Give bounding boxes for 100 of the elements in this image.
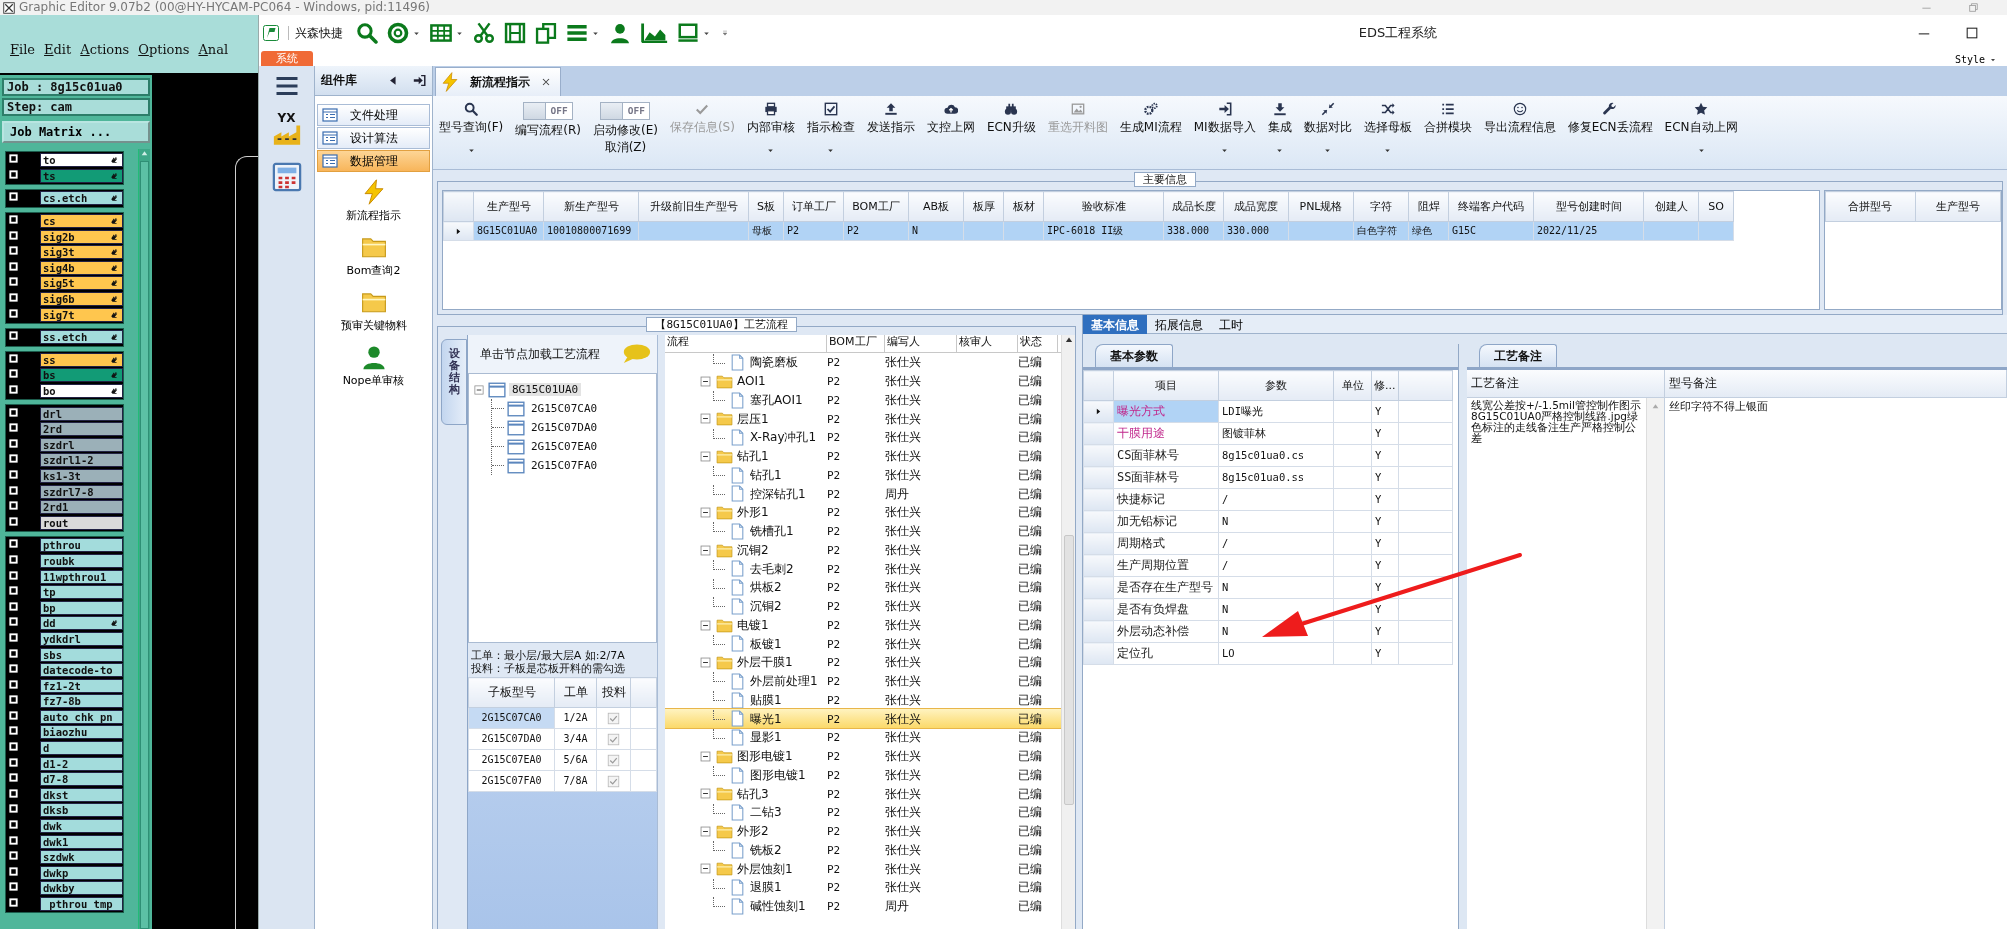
layer-name[interactable]: sig3t (40, 245, 123, 260)
layer-name[interactable]: sig4b (40, 260, 123, 275)
tab[interactable]: 工时 (1211, 315, 1251, 334)
layer-name[interactable]: ss.etch (40, 330, 123, 345)
layer-name[interactable]: pthrou (40, 538, 123, 553)
toolbar-button[interactable]: 修复ECN丢流程 (1561, 100, 1659, 168)
tree-row[interactable]: 层压1 P2 张仕兴 已编 (665, 409, 1061, 429)
layer-name[interactable]: szdrl7-8 (40, 484, 123, 499)
column-header[interactable]: 字符 (1353, 191, 1409, 222)
category-item[interactable]: 数据管理 (317, 150, 430, 172)
column-header[interactable]: 核审人 (957, 335, 1018, 353)
module-item[interactable]: 预审关键物料 (315, 283, 432, 338)
layer-name[interactable]: bp (40, 600, 123, 615)
tree-row[interactable]: 板镀1 P2 张仕兴 已编 (665, 634, 1061, 654)
column-header[interactable]: PNL规格 (1288, 191, 1354, 222)
layer-name[interactable]: ss (40, 352, 123, 367)
column-header[interactable]: 终端客户代码 (1448, 191, 1534, 222)
menu-item[interactable]: Actions (80, 42, 130, 58)
column-header[interactable]: BOM工厂 (827, 335, 885, 353)
layer-name[interactable]: datecode-to (40, 663, 123, 678)
layer-name[interactable]: d (40, 741, 123, 756)
menu-item[interactable]: Options (138, 42, 190, 58)
column-header[interactable]: 参数 (1218, 370, 1334, 401)
toolbar-button[interactable]: 集成 (1261, 100, 1298, 168)
layer-name[interactable]: ts (40, 168, 123, 183)
tree-node[interactable]: 2G15C07CA0 (528, 402, 601, 416)
column-header[interactable]: 型号创建时间 (1533, 191, 1644, 222)
toolbar-button[interactable]: 合拼模块 (1417, 100, 1478, 168)
layer-name[interactable]: dkst (40, 787, 123, 802)
tree-node[interactable]: 2G15C07FA0 (528, 459, 601, 473)
toolbar-label[interactable]: 启动修改(E) (592, 123, 658, 138)
column-header[interactable]: 新生产型号 (543, 191, 639, 222)
tree-row[interactable]: 沉铜2 P2 张仕兴 已编 (665, 540, 1061, 560)
layer-name[interactable]: tp (40, 585, 123, 600)
column-header[interactable]: 编写人 (885, 335, 957, 353)
column-header[interactable]: 项目 (1113, 370, 1219, 401)
layer-name[interactable]: drl (40, 406, 123, 421)
layer-name[interactable]: dwkby (40, 881, 123, 896)
column-header[interactable]: 合拼型号 (1825, 191, 1916, 222)
tree-row[interactable]: 贴膜1 P2 张仕兴 已编 (665, 690, 1061, 710)
tree-node[interactable]: 8G15C01UA0 (509, 383, 582, 397)
toolbar-button[interactable]: 文控上网 (920, 100, 981, 168)
layer-name[interactable]: roubk (40, 553, 123, 568)
tree-node[interactable]: 2G15C07EA0 (528, 440, 601, 454)
tree-row[interactable]: 曝光1 P2 张仕兴 已编 (665, 709, 1061, 729)
column-header[interactable]: 阻焊 (1408, 191, 1449, 222)
document-tab[interactable]: 新流程指示 (435, 67, 561, 96)
menu-item[interactable]: File (10, 42, 36, 58)
layer-name[interactable]: ks1-3t (40, 469, 123, 483)
layer-name[interactable]: sbs (40, 647, 123, 662)
column-header[interactable]: 状态 (1018, 335, 1058, 353)
tree-row[interactable]: 外形1 P2 张仕兴 已编 (665, 503, 1061, 522)
tree-row[interactable]: 电镀1 P2 张仕兴 已编 (665, 615, 1061, 635)
category-item[interactable]: 设计算法 (317, 127, 430, 149)
table-row[interactable]: 8G15C01UA0 10010800071699 母板 P2 P2 N IPC-6018 II级 338.000 330.000 白色字符 绿色 G15C 2022/11/25 (443, 221, 1734, 241)
style-menu[interactable]: Style (1954, 54, 1997, 66)
column-header[interactable]: 板材 (1003, 191, 1044, 222)
layer-name[interactable]: fz7-8b (40, 694, 123, 709)
category-item[interactable]: 文件处理 (317, 104, 430, 126)
column-header[interactable]: 型号备注 (1665, 370, 2007, 397)
layer-name[interactable]: sig5t (40, 276, 123, 291)
toolbar-label[interactable]: 编写流程(R) (515, 123, 581, 138)
toggle-switch[interactable]: OFF (600, 102, 651, 120)
layer-name[interactable]: 2rd1 (40, 500, 123, 515)
tree-row[interactable]: X-Ray冲孔1 P2 张仕兴 已编 (665, 428, 1061, 447)
tree-row[interactable]: 钻孔1 P2 张仕兴 已编 (665, 446, 1061, 466)
layer-name[interactable]: 11wpthrou1 (40, 569, 123, 584)
layer-name[interactable]: dwk1 (40, 834, 123, 849)
toolbar-button[interactable]: 指示检查 (800, 100, 861, 168)
menu-item[interactable]: Anal (198, 42, 229, 58)
layer-name[interactable]: dwkp (40, 865, 123, 880)
tab[interactable]: 工艺备注 (1479, 344, 1557, 367)
tree-row[interactable]: 退膜1 P2 张仕兴 已编 (665, 878, 1061, 897)
tree-row[interactable]: 烘板2 P2 张仕兴 已编 (665, 578, 1061, 597)
column-header[interactable]: 成品长度 (1163, 191, 1224, 222)
column-header[interactable]: 板厚 (963, 191, 1004, 222)
tree-row[interactable]: 铣板2 P2 张仕兴 已编 (665, 840, 1061, 860)
column-header[interactable]: 修... (1371, 370, 1398, 401)
column-header[interactable]: BOM工厂 (843, 191, 909, 222)
tab[interactable]: 拓展信息 (1147, 315, 1211, 334)
layer-name[interactable]: sig6b (40, 292, 123, 307)
layer-name[interactable]: bs (40, 368, 123, 383)
toolbar-label[interactable]: 取消(Z) (604, 140, 647, 155)
toolbar-button[interactable]: 导出流程信息 (1477, 100, 1562, 168)
layer-name[interactable]: bo (40, 384, 123, 398)
layer-name[interactable]: rout (40, 515, 123, 530)
toolbar-button[interactable]: 内部审核 (740, 100, 801, 168)
layer-name[interactable]: fz1-2t (40, 678, 123, 693)
job-matrix-button[interactable]: Job Matrix ... (2, 121, 150, 143)
column-header[interactable]: 生产型号 (1915, 191, 2001, 222)
toolbar-button[interactable]: 选择母板 (1357, 100, 1418, 168)
column-header[interactable]: 子板型号 (468, 677, 555, 708)
tree-row[interactable]: 外层前处理1 P2 张仕兴 已编 (665, 671, 1061, 691)
tree-row[interactable]: 钻孔3 P2 张仕兴 已编 (665, 784, 1061, 804)
tree-row[interactable]: 二钻3 P2 张仕兴 已编 (665, 803, 1061, 822)
toolbar-button[interactable]: ECN自动上网 (1658, 100, 1744, 168)
tree-row[interactable]: 塞孔AOI1 P2 张仕兴 已编 (665, 390, 1061, 410)
column-header[interactable]: SO (1698, 191, 1734, 222)
layer-name[interactable]: auto_chk_pn (40, 709, 123, 724)
tree-row[interactable]: 控深钻孔1 P2 周丹 已编 (665, 484, 1061, 504)
